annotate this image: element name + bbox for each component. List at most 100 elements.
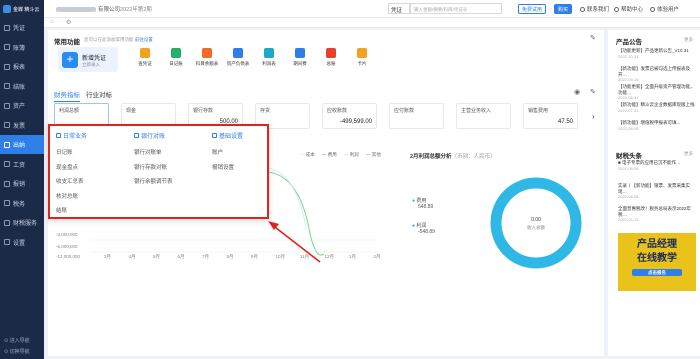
news-text: 实录丨【新功能】银票、发票采集实现… (618, 183, 690, 194)
user-menu[interactable]: 体验用户 (650, 5, 679, 13)
go-settings-link[interactable]: 前往设置 (135, 37, 153, 42)
notice-item[interactable]: 【功能更新】产品更新公告_V10.31 2022-10-31 (618, 48, 696, 59)
news-item[interactable]: 实录丨【新功能】银票、发票采集实现… 2022-06-08 (618, 183, 696, 200)
sidebar-item[interactable]: 凭证 (0, 18, 44, 37)
sidebar-item[interactable]: 报表 (0, 57, 44, 76)
notice-item[interactable]: 【新功能】发票已被勾选上传报表及开… 2022-09-15 (618, 66, 696, 83)
settings-tab-icon[interactable]: ⚙ (66, 19, 71, 26)
quick-item[interactable]: 期间费 (285, 48, 315, 67)
sidebar-item[interactable]: 财税服务 (0, 213, 44, 232)
notice-item[interactable]: 【新功能】增值税申报表可填... 2022-06-08 (618, 120, 696, 131)
quick-item-label: 期间费 (293, 61, 307, 66)
sidebar-item[interactable]: 发票 (0, 116, 44, 135)
quick-item[interactable]: 利润表 (254, 48, 284, 67)
home-tab-icon[interactable]: ⌂ (50, 19, 54, 25)
quick-item-icon (326, 48, 336, 58)
stat-label: 银行存款 (193, 108, 214, 114)
company-name-redacted (56, 7, 96, 13)
edit-icon[interactable]: ✎ (590, 34, 596, 42)
quick-item[interactable]: 资产负债表 (223, 48, 253, 67)
quick-item-label: 资产负债表 (226, 61, 250, 66)
notice-item[interactable]: 【新功能】精斗云企业数据库现版上线 2022-07-31 (618, 102, 696, 113)
news-more-link[interactable]: 更多 (684, 151, 693, 157)
sidebar-item[interactable]: 设置 (0, 233, 44, 252)
sidebar-item[interactable]: 账簿 (0, 38, 44, 57)
news-item[interactable]: ■ 电子专票的应用已沉不能作… 2021-06-08 (618, 160, 696, 171)
quick-item[interactable]: 科目余额表 (192, 48, 222, 67)
plus-icon: + (62, 52, 78, 68)
free-trial-button[interactable]: 免费试用 (518, 4, 546, 14)
company-info[interactable]: 有限公司2022年第2期 (56, 5, 152, 13)
col-bank-header: 银行对账 (134, 131, 165, 140)
sidebar-item[interactable]: 结账 (0, 77, 44, 96)
stat-card[interactable]: 主营业务收入 (456, 103, 511, 129)
sidebar-item[interactable]: 出纳 (0, 135, 44, 154)
notice-text: 【功能更新】产品更新公告_V10.31 (618, 48, 689, 53)
promo-signup-button[interactable]: 点击报名 (632, 269, 682, 276)
quick-item-icon (202, 48, 212, 58)
notice-item[interactable]: 【功能更新】全面升级资产管理功能，功能… 2022-08-31 (618, 84, 696, 101)
sidebar-item[interactable]: 工资 (0, 155, 44, 174)
contact-link[interactable]: 联系我们 (580, 5, 609, 13)
tab-finance[interactable]: 财务指标 (54, 89, 80, 102)
tab-industry[interactable]: 行业对标 (86, 89, 112, 99)
popup-item[interactable]: 核对总账 (56, 192, 78, 200)
quick-item-label: 利润表 (262, 61, 276, 66)
search-input[interactable]: 输入金额/摘要/科目/凭证号 (410, 3, 502, 14)
notice-more-link[interactable]: 更多 (684, 37, 693, 43)
help-link[interactable]: 帮助中心 (614, 5, 643, 13)
x-tick-label: 10月 (275, 254, 286, 259)
menu-icon (4, 141, 10, 148)
daily-icon (56, 133, 61, 138)
new-voucher-button[interactable]: + 新增凭证 立即录入 (58, 47, 118, 72)
logo-mark-icon (3, 5, 11, 13)
menu-icon (4, 24, 10, 31)
sidebar-item[interactable]: 资产 (0, 96, 44, 115)
popup-item[interactable]: 银行余额调节表 (134, 177, 173, 185)
new-voucher-sub: 立即录入 (82, 62, 100, 67)
stat-card[interactable]: 应收账款 -499,599.00 (322, 103, 377, 129)
menu-icon (4, 122, 10, 128)
quick-item[interactable]: 查凭证 (130, 48, 160, 67)
search-type-select[interactable]: 凭证 (388, 3, 410, 14)
popup-item[interactable]: 结账 (56, 206, 67, 214)
popup-item[interactable]: 账户 (212, 148, 223, 156)
donut-legend-value: -548.89 (418, 229, 435, 235)
donut-ring (490, 177, 582, 269)
bank-icon (134, 133, 139, 138)
stat-card[interactable]: 销售费用 47.50 (523, 103, 578, 129)
quick-item-label: 总账 (326, 61, 336, 66)
promo-banner[interactable]: 产品经理 在线教学 点击报名 (618, 233, 696, 291)
popup-item[interactable]: 现金盘点 (56, 163, 78, 171)
edit-metrics-icon[interactable]: ✎ (590, 88, 596, 96)
popup-item[interactable]: 日记账 (56, 148, 73, 156)
notice-date: 2022-07-31 (618, 107, 639, 113)
buy-button[interactable]: 购买 (554, 4, 572, 14)
quick-item[interactable]: 日记账 (161, 48, 191, 67)
popup-item[interactable]: 收支汇总表 (56, 177, 84, 185)
eye-icon[interactable]: ◉ (574, 88, 580, 96)
nav-switch-link[interactable]: ⊙ 切换导航 (4, 348, 30, 355)
x-tick-label: 6月 (177, 254, 185, 259)
quick-item[interactable]: 总账 (316, 48, 346, 67)
user-name: 体验用户 (657, 7, 680, 13)
x-tick-label: 8月 (226, 254, 234, 259)
chevron-right-icon[interactable]: › (592, 112, 595, 121)
popup-item[interactable]: 报销设置 (212, 163, 234, 171)
sidebar-item[interactable]: 报销 (0, 174, 44, 193)
nav-enter-link[interactable]: ⊙ 进入导航 (4, 337, 30, 344)
stat-label: 主营业务收入 (461, 108, 492, 114)
menu-icon (4, 44, 10, 50)
help-icon (614, 6, 619, 12)
x-tick-label: 12月 (324, 254, 335, 259)
popup-item[interactable]: 银行对账单 (134, 148, 162, 156)
stat-label: 应收账款 (327, 108, 348, 114)
popup-item[interactable]: 银行存款对账 (134, 163, 167, 171)
stat-card[interactable]: 应付账款 (389, 103, 444, 129)
notice-date: 2022-09-15 (618, 77, 639, 82)
quick-item[interactable]: 卡片 (347, 48, 377, 67)
y-tick-label: -6,000,000 (56, 244, 78, 249)
sidebar-item[interactable]: 税务 (0, 194, 44, 213)
stat-label: 应付账款 (394, 108, 415, 114)
news-item[interactable]: 全面普惠税改！税务总局表示2022年税… 2022-04-15 (618, 206, 696, 223)
